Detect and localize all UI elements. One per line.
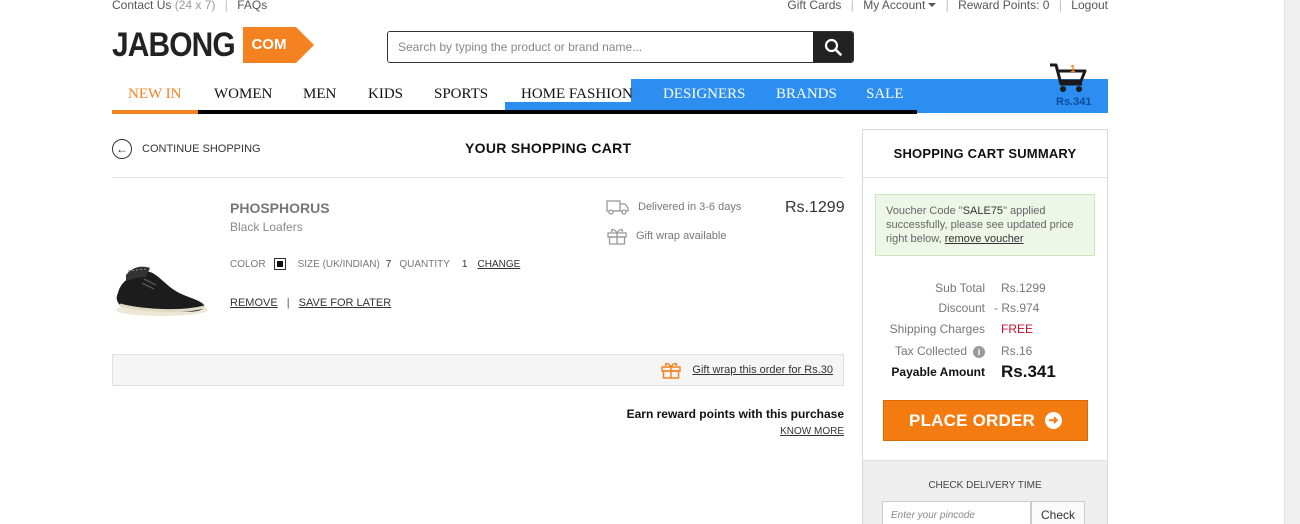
product-attributes: COLOR SIZE (UK/INDIAN) 7 QUANTITY 1 CHAN… [230, 258, 520, 270]
nav-brands[interactable]: BRANDS [776, 86, 837, 103]
voucher-message: Voucher Code "SALE75" applied successful… [875, 194, 1095, 256]
row-label: Sub Total [935, 281, 985, 295]
divider: | [850, 0, 854, 12]
cart-amount[interactable]: Rs.341 [1056, 96, 1091, 108]
row-value: - Rs.974 [994, 301, 1040, 315]
nav-active-underline [112, 110, 198, 114]
gift-wrap-info: Gift wrap available [606, 227, 727, 245]
nav-home-fashion[interactable]: HOME FASHION [521, 86, 633, 103]
row-value: Rs.16 [1001, 344, 1033, 358]
nav-women[interactable]: WOMEN [214, 86, 272, 103]
nav-kids[interactable]: KIDS [368, 86, 403, 103]
arrow-right-icon: ➜ [1044, 412, 1062, 429]
gift-wrap-text: Gift wrap available [636, 230, 727, 242]
summary-title: SHOPPING CART SUMMARY [863, 130, 1107, 178]
product-brand[interactable]: PHOSPHORUS [230, 200, 330, 216]
delivery-info: Delivered in 3-6 days [606, 199, 741, 215]
divider: | [1058, 0, 1062, 12]
reward-points-message: Earn reward points with this purchase [626, 407, 844, 421]
gift-wrap-order[interactable]: Gift wrap this order for Rs.30 [660, 361, 833, 379]
divider [112, 177, 844, 178]
row-value: Rs.1299 [1001, 281, 1046, 295]
nav-designers[interactable]: DESIGNERS [663, 86, 746, 103]
row-label: Payable Amount [891, 365, 985, 379]
cart-summary-panel: SHOPPING CART SUMMARY Voucher Code "SALE… [862, 129, 1108, 524]
cart-icon[interactable] [1048, 62, 1088, 94]
nav-sale[interactable]: SALE [866, 86, 904, 103]
search-button[interactable] [813, 32, 853, 62]
know-more-link[interactable]: KNOW MORE [780, 426, 844, 437]
search-input[interactable] [388, 32, 813, 62]
continue-shopping-label: CONTINUE SHOPPING [142, 143, 261, 155]
chevron-down-icon [928, 3, 937, 7]
nav-men[interactable]: MEN [303, 86, 336, 103]
quantity-value: 1 [461, 258, 468, 270]
info-icon[interactable]: i [973, 346, 985, 358]
logo-word: JABONG [112, 26, 236, 64]
my-account-label: My Account [863, 0, 926, 12]
gift-icon [607, 228, 627, 245]
pincode-input[interactable] [882, 501, 1031, 524]
check-delivery-title: CHECK DELIVERY TIME [928, 480, 1042, 491]
contact-hours: (24 x 7) [174, 0, 216, 12]
tax-label: Tax Collected i [895, 344, 985, 358]
my-account-menu[interactable]: My Account [863, 0, 937, 12]
search-bar [387, 31, 854, 63]
cart-count-badge: 1 [1070, 64, 1076, 75]
top-right-links: Gift Cards | My Account | Reward Points:… [787, 0, 1108, 12]
back-arrow-icon: ← [112, 139, 132, 159]
row-label: Tax Collected [894, 344, 967, 358]
row-value: FREE [1001, 322, 1034, 336]
voucher-prefix: Voucher Code " [886, 205, 963, 217]
nav-new-in[interactable]: NEW IN [128, 86, 181, 103]
size-value: 7 [385, 258, 392, 270]
change-link[interactable]: CHANGE [477, 259, 520, 270]
reward-points-link[interactable]: Reward Points: 0 [958, 0, 1049, 12]
check-button[interactable]: Check [1031, 501, 1085, 524]
site-logo[interactable]: JABONG COM [112, 26, 315, 64]
item-price: Rs.1299 [785, 199, 845, 216]
top-left-links: Contact Us (24 x 7) | FAQs [112, 0, 267, 12]
page-title: YOUR SHOPPING CART [465, 140, 632, 156]
place-order-label: PLACE ORDER [909, 410, 1035, 430]
color-label: COLOR [230, 258, 266, 270]
row-label: Shipping Charges [889, 322, 985, 336]
nav-underline [112, 110, 917, 114]
size-label: SIZE (UK/INDIAN) [297, 258, 380, 270]
nav-sports[interactable]: SPORTS [434, 86, 488, 103]
remove-voucher-link[interactable]: remove voucher [945, 233, 1024, 245]
gift-wrap-bar: Gift wrap this order for Rs.30 [112, 354, 844, 386]
logout-link[interactable]: Logout [1071, 0, 1108, 12]
gift-cards-link[interactable]: Gift Cards [787, 0, 841, 12]
place-order-button[interactable]: PLACE ORDER ➜ [883, 400, 1088, 441]
divider: | [224, 0, 228, 12]
item-actions: REMOVE | SAVE FOR LATER [230, 297, 391, 309]
product-image[interactable] [112, 255, 208, 321]
delivery-text: Delivered in 3-6 days [638, 201, 742, 213]
faqs-link[interactable]: FAQs [237, 0, 267, 12]
gift-wrap-order-link[interactable]: Gift wrap this order for Rs.30 [692, 364, 833, 376]
check-delivery-section: CHECK DELIVERY TIME Check [863, 460, 1107, 524]
logo-com-badge: COM [243, 27, 315, 63]
product-name[interactable]: Black Loafers [230, 220, 303, 234]
divider: | [286, 297, 290, 309]
continue-shopping-link[interactable]: ← CONTINUE SHOPPING [112, 139, 261, 159]
save-for-later-link[interactable]: SAVE FOR LATER [299, 297, 392, 309]
row-label: Discount [938, 301, 985, 315]
voucher-code: SALE75 [962, 205, 1004, 217]
remove-link[interactable]: REMOVE [230, 297, 278, 309]
row-value: Rs.341 [1001, 362, 1056, 381]
color-swatch-fill [276, 261, 283, 267]
nav-highlight-strip [505, 102, 631, 110]
quantity-label: QUANTITY [399, 258, 450, 270]
truck-icon [606, 200, 629, 215]
color-swatch [273, 258, 286, 270]
search-icon [824, 38, 842, 56]
gift-icon [661, 362, 682, 379]
contact-us-link[interactable]: Contact Us [112, 0, 171, 12]
divider: | [945, 0, 949, 12]
page-scrollbar[interactable] [1284, 0, 1300, 524]
